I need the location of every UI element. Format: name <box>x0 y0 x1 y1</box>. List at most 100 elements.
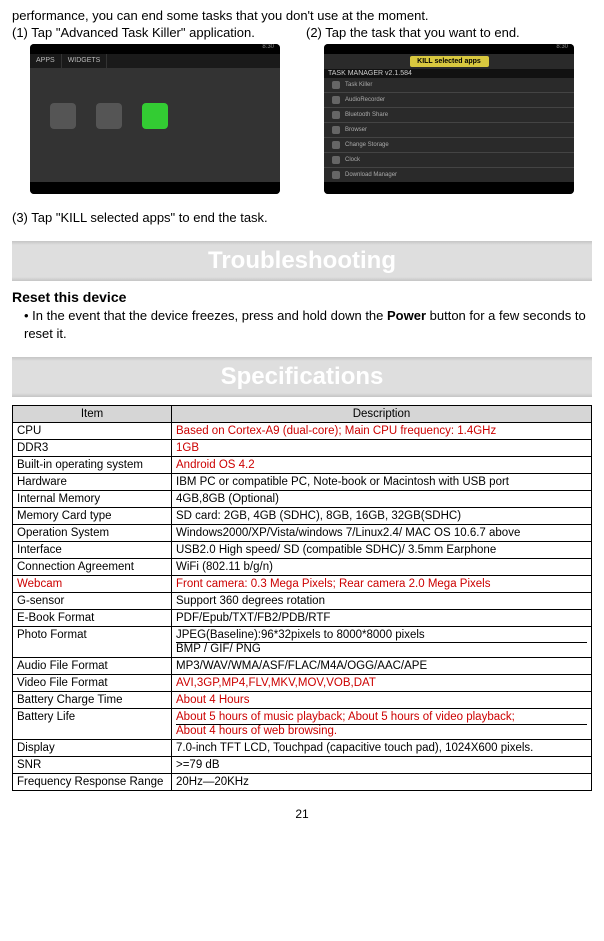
spec-item: Audio File Format <box>13 658 172 675</box>
table-row: Connection AgreementWiFi (802.11 b/g/n) <box>13 559 592 576</box>
intro-text: performance, you can end some tasks that… <box>12 8 592 23</box>
spec-description: Based on Cortex-A9 (dual-core); Main CPU… <box>172 423 592 440</box>
status-bar: 8:30 <box>324 44 574 54</box>
header-item: Item <box>13 406 172 423</box>
table-row: Display7.0-inch TFT LCD, Touchpad (capac… <box>13 740 592 757</box>
spec-item: Internal Memory <box>13 491 172 508</box>
table-row: Operation SystemWindows2000/XP/Vista/win… <box>13 525 592 542</box>
spec-description: JPEG(Baseline):96*32pixels to 8000*8000 … <box>172 627 592 658</box>
table-row: Frequency Response Range20Hz—20KHz <box>13 774 592 791</box>
table-row: WebcamFront camera: 0.3 Mega Pixels; Rea… <box>13 576 592 593</box>
spec-item: Webcam <box>13 576 172 593</box>
tab-widgets: WIDGETS <box>62 54 108 68</box>
specifications-banner: Specifications <box>12 357 592 397</box>
spec-description: SD card: 2GB, 4GB (SDHC), 8GB, 16GB, 32G… <box>172 508 592 525</box>
spec-item: Frequency Response Range <box>13 774 172 791</box>
spec-description: About 4 Hours <box>172 692 592 709</box>
spec-item: Hardware <box>13 474 172 491</box>
table-row: Memory Card typeSD card: 2GB, 4GB (SDHC)… <box>13 508 592 525</box>
screenshot-tasks: 8:30 KILL selected apps TASK MANAGER v2.… <box>324 44 574 194</box>
task-row: Download Manager <box>324 168 574 183</box>
table-row: Internal Memory4GB,8GB (Optional) <box>13 491 592 508</box>
tab-bar: APPS WIDGETS <box>30 54 280 68</box>
spec-item: Connection Agreement <box>13 559 172 576</box>
spec-item: E-Book Format <box>13 610 172 627</box>
table-row: Battery LifeAbout 5 hours of music playb… <box>13 709 592 740</box>
spec-item: CPU <box>13 423 172 440</box>
spec-description: 20Hz—20KHz <box>172 774 592 791</box>
spec-item: Display <box>13 740 172 757</box>
specs-table: Item Description CPUBased on Cortex-A9 (… <box>12 405 592 791</box>
table-row: Photo FormatJPEG(Baseline):96*32pixels t… <box>13 627 592 658</box>
reset-text-bold: Power <box>387 308 426 323</box>
step-1-text: (1) Tap "Advanced Task Killer" applicati… <box>12 25 298 40</box>
table-row: InterfaceUSB2.0 High speed/ SD (compatib… <box>13 542 592 559</box>
task-row: Bluetooth Share <box>324 108 574 123</box>
spec-description: PDF/Epub/TXT/FB2/PDB/RTF <box>172 610 592 627</box>
table-row: E-Book FormatPDF/Epub/TXT/FB2/PDB/RTF <box>13 610 592 627</box>
icons-row <box>30 68 280 164</box>
app-icon <box>96 103 122 129</box>
spec-item: Memory Card type <box>13 508 172 525</box>
spec-item: Photo Format <box>13 627 172 658</box>
spec-item: DDR3 <box>13 440 172 457</box>
step-2-text: (2) Tap the task that you want to end. <box>306 25 592 40</box>
steps-row: (1) Tap "Advanced Task Killer" applicati… <box>12 25 592 200</box>
spec-description: WiFi (802.11 b/g/n) <box>172 559 592 576</box>
nav-bar <box>324 182 574 194</box>
spec-description: IBM PC or compatible PC, Note-book or Ma… <box>172 474 592 491</box>
spec-item: Built-in operating system <box>13 457 172 474</box>
table-row: Video File FormatAVI,3GP,MP4,FLV,MKV,MOV… <box>13 675 592 692</box>
status-bar: 8:30 <box>30 44 280 54</box>
step-2-col: (2) Tap the task that you want to end. 8… <box>306 25 592 200</box>
spec-item: Operation System <box>13 525 172 542</box>
reset-text-prefix: • In the event that the device freezes, … <box>24 308 387 323</box>
spec-description: About 5 hours of music playback; About 5… <box>172 709 592 740</box>
table-row: HardwareIBM PC or compatible PC, Note-bo… <box>13 474 592 491</box>
screenshot-apps: 8:30 APPS WIDGETS <box>30 44 280 194</box>
table-row: Built-in operating systemAndroid OS 4.2 <box>13 457 592 474</box>
spec-item: Battery Charge Time <box>13 692 172 709</box>
header-description: Description <box>172 406 592 423</box>
spec-description: AVI,3GP,MP4,FLV,MKV,MOV,VOB,DAT <box>172 675 592 692</box>
table-header-row: Item Description <box>13 406 592 423</box>
table-row: SNR>=79 dB <box>13 757 592 774</box>
tab-apps: APPS <box>30 54 62 68</box>
spec-item: Battery Life <box>13 709 172 740</box>
table-row: G-sensorSupport 360 degrees rotation <box>13 593 592 610</box>
reset-bullet: • In the event that the device freezes, … <box>24 307 592 343</box>
spec-item: Interface <box>13 542 172 559</box>
task-row: Change Storage <box>324 138 574 153</box>
task-row: Task Killer <box>324 78 574 93</box>
spec-description: Android OS 4.2 <box>172 457 592 474</box>
spec-description: Windows2000/XP/Vista/windows 7/Linux2.4/… <box>172 525 592 542</box>
nav-bar <box>30 182 280 194</box>
spec-description: 1GB <box>172 440 592 457</box>
kill-button: KILL selected apps <box>410 56 489 67</box>
spec-description: MP3/WAV/WMA/ASF/FLAC/M4A/OGG/AAC/APE <box>172 658 592 675</box>
spec-description: Support 360 degrees rotation <box>172 593 592 610</box>
spec-item: G-sensor <box>13 593 172 610</box>
task-row: Browser <box>324 123 574 138</box>
task-row: Clock <box>324 153 574 168</box>
task-title: TASK MANAGER v2.1.584 <box>324 69 574 78</box>
app-icon <box>50 103 76 129</box>
spec-description: 4GB,8GB (Optional) <box>172 491 592 508</box>
step-1-col: (1) Tap "Advanced Task Killer" applicati… <box>12 25 298 200</box>
spec-item: Video File Format <box>13 675 172 692</box>
spec-description: USB2.0 High speed/ SD (compatible SDHC)/… <box>172 542 592 559</box>
spec-description: Front camera: 0.3 Mega Pixels; Rear came… <box>172 576 592 593</box>
spec-description: 7.0-inch TFT LCD, Touchpad (capacitive t… <box>172 740 592 757</box>
step-3-text: (3) Tap "KILL selected apps" to end the … <box>12 210 592 225</box>
table-row: DDR31GB <box>13 440 592 457</box>
table-row: Audio File FormatMP3/WAV/WMA/ASF/FLAC/M4… <box>13 658 592 675</box>
spec-item: SNR <box>13 757 172 774</box>
reset-heading: Reset this device <box>12 289 592 305</box>
page-number: 21 <box>12 807 592 821</box>
task-row: AudioRecorder <box>324 93 574 108</box>
spec-description: >=79 dB <box>172 757 592 774</box>
table-row: Battery Charge TimeAbout 4 Hours <box>13 692 592 709</box>
task-killer-icon <box>142 103 168 129</box>
troubleshooting-banner: Troubleshooting <box>12 241 592 281</box>
table-row: CPUBased on Cortex-A9 (dual-core); Main … <box>13 423 592 440</box>
